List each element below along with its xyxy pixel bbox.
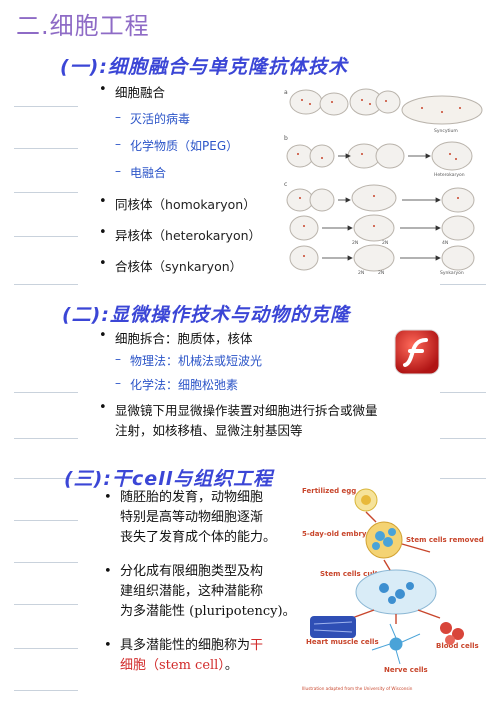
caption-heterokaryon: Heterokaryon (434, 172, 465, 178)
s2-sub-item: 化学法：细胞松弛素 (115, 376, 238, 393)
s1-bullet-english: （heterokaryon） (152, 228, 262, 243)
ruled-line (14, 192, 78, 193)
s1-bullet-synkaryon: 合核体（synkaryon） (99, 256, 243, 275)
s1-bullet-cell-fusion: 细胞融合 (99, 82, 166, 101)
ruled-line (14, 562, 78, 563)
s3-paragraph-3: 具多潜能性的细胞称为干 细胞（stem cell）。 (104, 636, 300, 676)
s3-paragraph-1: 随胚胎的发育，动物细胞 特别是高等动物细胞逐渐 丧失了发育成个体的能力。 (104, 488, 300, 548)
s1-bullet-label: 细胞融合 (115, 85, 166, 100)
ruled-line (14, 604, 78, 605)
s1-bullet-label: 合核体 (115, 259, 153, 274)
s1-bullet-english: （synkaryon） (152, 259, 243, 274)
s1-bullet-heterokaryon: 异核体（heterokaryon） (99, 225, 262, 244)
s1-sub-item: 化学物质（如PEG） (115, 137, 238, 154)
s3-paragraph-2: 分化成有限细胞类型及构 建组织潜能，这种潜能称 为多潜能性 (pluripote… (104, 562, 300, 622)
s2-bullet-cell-splitting: 细胞拆合：胞质体，核体 (99, 328, 252, 347)
label-heart-muscle: Heart muscle cells (306, 638, 379, 646)
heart-muscle-graphic (310, 616, 356, 638)
caption-synkaryon: Synkaryon (440, 270, 464, 276)
page-title: 二.细胞工程 (16, 12, 150, 40)
s3-line: 随胚胎的发育，动物细胞 (120, 490, 264, 505)
s2-bullet-micromanipulation: 显微镜下用显微操作装置对细胞进行拆合或微量 (99, 400, 378, 419)
ploidy-label: 4N (442, 240, 448, 246)
ploidy-label: 2N (382, 240, 388, 246)
embryo-graphic (365, 521, 403, 559)
s3-line: 为多潜能性 (pluripotency)。 (120, 604, 296, 619)
s1-bullet-english: （homokaryon） (152, 197, 256, 212)
s2-line: 显微镜下用显微操作装置对细胞进行拆合或微量 (115, 403, 378, 418)
s1-bullet-label: 同核体 (115, 197, 153, 212)
s1-bullet-label: 异核体 (115, 228, 153, 243)
ruled-line (440, 284, 486, 285)
row-label-b: b (284, 135, 288, 142)
ploidy-label: 2N (352, 240, 358, 246)
s2-sub-item: 物理法：机械法或短波光 (115, 352, 262, 369)
row-c-cells (286, 184, 475, 272)
s3-line: 丧失了发育成个体的能力。 (120, 530, 277, 545)
row-label-c: c (284, 181, 287, 188)
label-nerve: Nerve cells (384, 666, 428, 674)
ruled-line (440, 438, 486, 439)
ruled-line (14, 236, 78, 237)
section2-title: (二):显微操作技术与动物的克隆 (62, 304, 350, 326)
ruled-line (14, 438, 78, 439)
s3-line: 特别是高等动物细胞逐渐 (120, 510, 264, 525)
section1-title: (一):细胞融合与单克隆抗体技术 (60, 56, 348, 78)
cell-fusion-figure: a Syncytium b Heterokaryon c 2N 2N 4N 2N… (282, 82, 486, 278)
label-embryo: 5-day-old embryo (302, 530, 371, 538)
egg-graphic (354, 488, 378, 512)
figure-credit: Illustration adapted from the University… (302, 686, 413, 691)
caption-syncytium: Syncytium (434, 128, 458, 134)
ruled-line (14, 148, 78, 149)
stem-cell-figure: Fertilized egg 5-day-old embryo Stem cel… (300, 484, 490, 694)
s1-bullet-homokaryon: 同核体（homokaryon） (99, 194, 256, 213)
s3-line: 。 (224, 658, 238, 673)
section3-title: (三):干cell与组织工程 (64, 468, 274, 490)
label-stem-removed: Stem cells removed (406, 536, 484, 544)
stem-cell-term: 细胞（stem cell） (120, 658, 225, 673)
ruled-line (14, 690, 78, 691)
ploidy-label: 2N (378, 270, 384, 276)
stem-dish-graphic (355, 569, 437, 615)
ruled-line (14, 392, 78, 393)
s2-line-continued: 注射，如核移植、显微注射基因等 (115, 423, 303, 438)
s1-sub-item: 灭活的病毒 (115, 110, 190, 127)
stem-cell-term: 干 (250, 638, 264, 653)
s1-sub-item: 电融合 (115, 164, 166, 181)
s3-line: 建组织潜能，这种潜能称 (120, 584, 264, 599)
ruled-line (440, 478, 486, 479)
ruled-line (14, 106, 78, 107)
label-blood: Blood cells (436, 642, 479, 650)
ruled-line (14, 520, 78, 521)
flash-player-icon (394, 329, 440, 375)
label-fertilized-egg: Fertilized egg (302, 487, 356, 495)
s3-line: 具多潜能性的细胞称为 (120, 638, 251, 653)
s3-line: 分化成有限细胞类型及构 (120, 564, 264, 579)
row-label-a: a (284, 89, 288, 96)
ruled-line (440, 392, 486, 393)
ploidy-label: 2N (358, 270, 364, 276)
ruled-line (14, 284, 78, 285)
ruled-line (14, 648, 78, 649)
